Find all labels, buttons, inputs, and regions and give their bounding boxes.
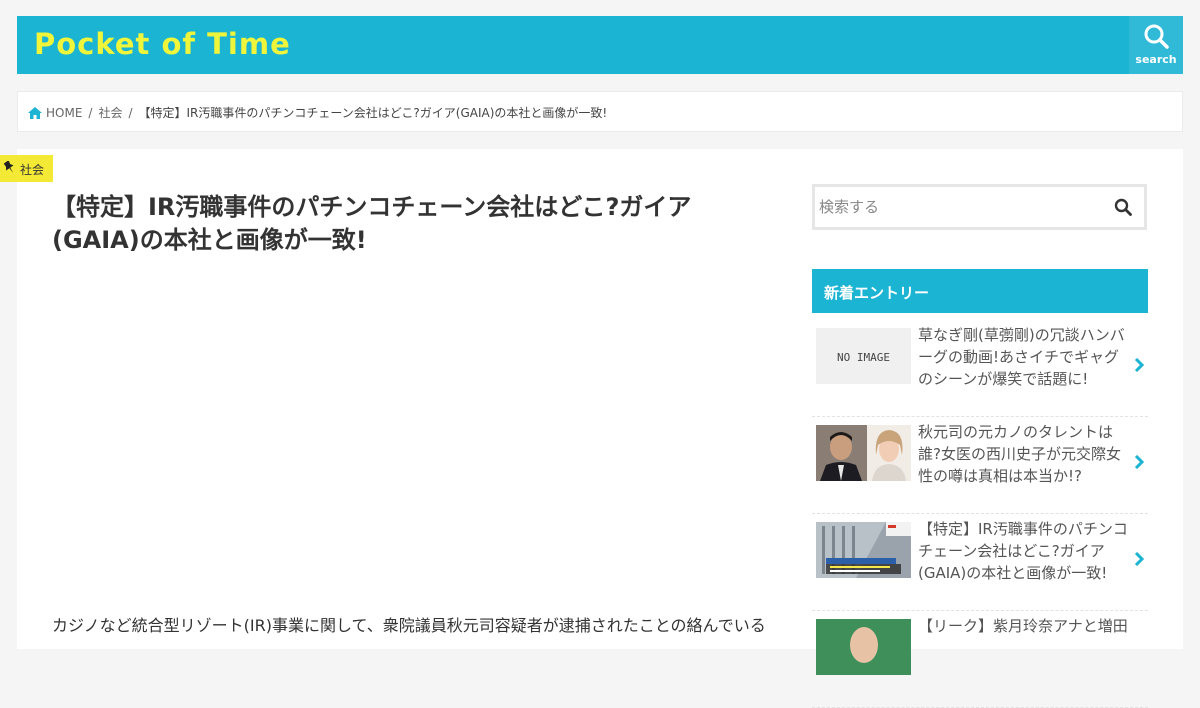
new-entries-heading: 新着エントリー bbox=[812, 269, 1148, 313]
search-icon bbox=[1144, 24, 1169, 49]
new-entry-item[interactable]: 秋元司の元カノのタレントは誰?女医の西川史子が元交際女性の噂は真相は本当か!? bbox=[812, 418, 1148, 514]
search-label: search bbox=[1135, 53, 1177, 66]
sidebar-search-input[interactable] bbox=[815, 187, 1095, 227]
search-icon[interactable] bbox=[1114, 198, 1132, 216]
portrait-image bbox=[816, 619, 911, 675]
article-title: 【特定】IR汚職事件のパチンコチェーン会社はどこ?ガイア(GAIA)の本社と画像… bbox=[52, 193, 692, 254]
header-search-button[interactable]: search bbox=[1129, 16, 1183, 74]
breadcrumb-category[interactable]: 社会 bbox=[98, 106, 122, 120]
chevron-right-icon bbox=[1134, 455, 1144, 469]
new-entries-heading-label: 新着エントリー bbox=[824, 284, 930, 302]
pin-icon bbox=[3, 161, 14, 173]
entry-thumbnail bbox=[816, 425, 911, 481]
entry-thumbnail bbox=[816, 619, 911, 675]
entry-thumbnail bbox=[816, 522, 911, 578]
entry-title[interactable]: 草なぎ剛(草彅剛)の冗談ハンバーグの動画!あさイチでギャグのシーンが爆笑で話題に… bbox=[918, 324, 1130, 390]
chevron-right-icon bbox=[1134, 358, 1144, 372]
new-entry-item[interactable]: 【特定】IR汚職事件のパチンコチェーン会社はどこ?ガイア(GAIA)の本社と画像… bbox=[812, 515, 1148, 611]
breadcrumb-separator: / bbox=[88, 106, 93, 120]
breadcrumb: HOME / 社会 / 【特定】IR汚職事件のパチンコチェーン会社はどこ?ガイア(GAI… bbox=[17, 91, 1183, 132]
portrait-image bbox=[816, 425, 911, 481]
category-tag-label: 社会 bbox=[20, 163, 45, 177]
breadcrumb-current: 【特定】IR汚職事件のパチンコチェーン会社はどこ?ガイア(GAIA)の本社と画像… bbox=[138, 106, 608, 120]
building-image bbox=[816, 522, 911, 578]
article-body: カジノなど統合型リゾート(IR)事業に関して、衆院議員秋元司容疑者が逮捕されたこ… bbox=[52, 616, 766, 635]
entry-title[interactable]: 秋元司の元カノのタレントは誰?女医の西川史子が元交際女性の噂は真相は本当か!? bbox=[918, 421, 1130, 487]
chevron-right-icon bbox=[1134, 552, 1144, 566]
breadcrumb-home[interactable]: HOME bbox=[46, 106, 82, 120]
home-icon bbox=[28, 107, 42, 119]
site-header: Pocket of Time search bbox=[17, 16, 1183, 74]
entry-title[interactable]: 【リーク】紫月玲奈アナと増田 bbox=[918, 615, 1130, 637]
sidebar-search bbox=[812, 184, 1147, 230]
category-tag[interactable]: 社会 bbox=[0, 155, 53, 182]
entry-thumbnail: NO IMAGE bbox=[816, 328, 911, 384]
site-logo[interactable]: Pocket of Time bbox=[34, 30, 291, 59]
entry-title[interactable]: 【特定】IR汚職事件のパチンコチェーン会社はどこ?ガイア(GAIA)の本社と画像… bbox=[918, 518, 1130, 584]
new-entry-item[interactable]: 【リーク】紫月玲奈アナと増田 bbox=[812, 612, 1148, 708]
breadcrumb-separator: / bbox=[128, 106, 133, 120]
new-entry-item[interactable]: NO IMAGE 草なぎ剛(草彅剛)の冗談ハンバーグの動画!あさイチでギャグのシ… bbox=[812, 321, 1148, 417]
